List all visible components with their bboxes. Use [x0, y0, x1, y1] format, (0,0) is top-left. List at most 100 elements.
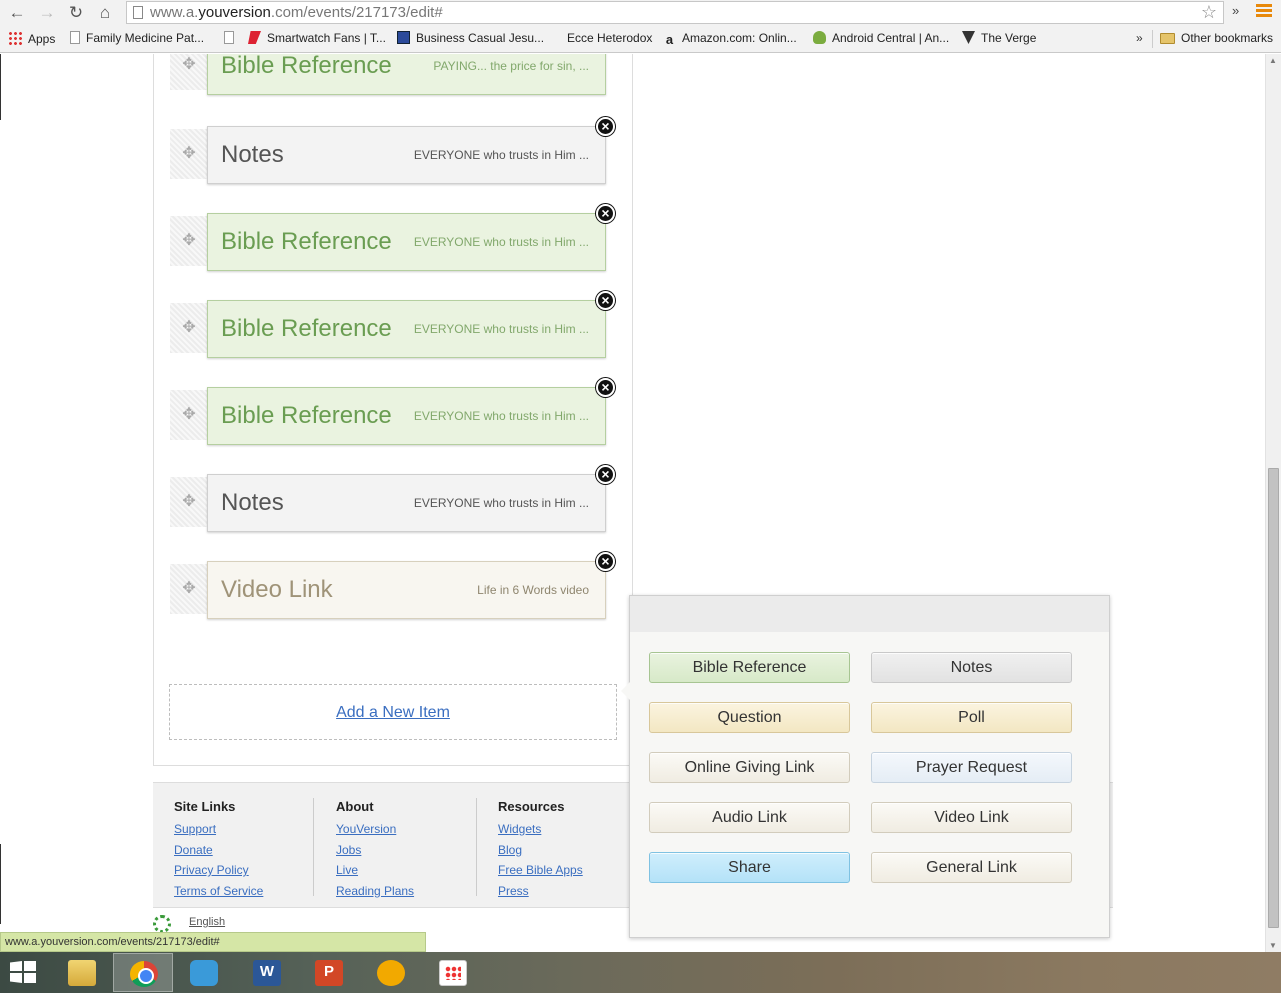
list-item[interactable]: ✥ Bible Reference PAYING... the price fo… [170, 54, 606, 95]
drag-handle-icon[interactable]: ✥ [170, 54, 208, 90]
scroll-up-arrow-icon[interactable]: ▲ [1269, 56, 1277, 65]
add-new-item-box[interactable]: Add a New Item [169, 684, 617, 740]
taskbar-audio-app[interactable] [361, 953, 421, 992]
bookmark-business-casual[interactable]: Business Casual Jesu... [397, 31, 544, 45]
add-notes-button[interactable]: Notes [871, 652, 1072, 683]
list-item[interactable]: ✥ Video Link Life in 6 Words video × [170, 552, 615, 619]
footer-link-terms-of-service[interactable]: Terms of Service [174, 881, 263, 902]
remove-item-icon[interactable]: × [596, 117, 615, 136]
remove-item-icon[interactable]: × [596, 378, 615, 397]
chrome-icon [130, 961, 158, 987]
home-icon[interactable]: ⌂ [94, 2, 116, 24]
forward-arrow-icon[interactable]: → [36, 2, 58, 24]
list-item[interactable]: ✥ Bible Reference EVERYONE who trusts in… [170, 291, 615, 358]
other-bookmarks[interactable]: Other bookmarks [1160, 31, 1273, 45]
taskbar-apps-launcher[interactable] [423, 953, 483, 992]
footer-link-support[interactable]: Support [174, 819, 263, 840]
item-title: Bible Reference [221, 228, 392, 255]
windows-start-icon[interactable] [10, 961, 38, 985]
remove-item-icon[interactable]: × [596, 465, 615, 484]
scrollbar-thumb[interactable] [1268, 468, 1279, 928]
bookmarks-overflow[interactable]: » [1136, 31, 1143, 45]
footer-link-free-bible-apps[interactable]: Free Bible Apps [498, 860, 583, 881]
item-card[interactable]: Notes EVERYONE who trusts in Him ... × [207, 465, 615, 532]
drag-handle-icon[interactable]: ✥ [170, 390, 208, 440]
drag-handle-icon[interactable]: ✥ [170, 303, 208, 353]
bookmark-family-medicine[interactable]: Family Medicine Pat... [70, 31, 204, 45]
item-card[interactable]: Bible Reference PAYING... the price for … [207, 54, 606, 95]
add-poll-button[interactable]: Poll [871, 702, 1072, 733]
reload-icon[interactable]: ↻ [65, 2, 87, 24]
footer-link-jobs[interactable]: Jobs [336, 840, 414, 861]
bookmark-amazon[interactable]: a Amazon.com: Onlin... [663, 31, 797, 47]
add-prayer-request-button[interactable]: Prayer Request [871, 752, 1072, 783]
taskbar-powerpoint[interactable]: P [299, 953, 359, 992]
taskbar-word[interactable]: W [237, 953, 297, 992]
bookmark-android-central[interactable]: Android Central | An... [813, 31, 949, 45]
drag-handle-icon[interactable]: ✥ [170, 129, 208, 179]
list-item[interactable]: ✥ Bible Reference EVERYONE who trusts in… [170, 378, 615, 445]
add-bible-reference-button[interactable]: Bible Reference [649, 652, 850, 683]
list-item[interactable]: ✥ Bible Reference EVERYONE who trusts in… [170, 204, 615, 271]
footer-link-blog[interactable]: Blog [498, 840, 583, 861]
chrome-menu-icon[interactable] [1256, 4, 1272, 20]
scroll-down-arrow-icon[interactable]: ▼ [1269, 941, 1277, 950]
apps-grid-icon [439, 960, 467, 986]
item-description: Life in 6 Words video [477, 583, 589, 597]
page-viewport: ✥ Bible Reference PAYING... the price fo… [0, 54, 1265, 952]
taskbar-media-player[interactable] [174, 953, 234, 992]
bookmark-ecce-heterodox[interactable]: Ecce Heterodox [567, 31, 652, 45]
item-description: EVERYONE who trusts in Him ... [413, 148, 589, 162]
footer-link-youversion[interactable]: YouVersion [336, 819, 414, 840]
drag-handle-icon[interactable]: ✥ [170, 564, 208, 614]
item-card[interactable]: Notes EVERYONE who trusts in Him ... × [207, 117, 615, 184]
item-description: PAYING... the price for sin, ... [433, 59, 589, 73]
add-item-popup: Bible Reference Notes Question Poll Onli… [621, 595, 1110, 938]
add-question-button[interactable]: Question [649, 702, 850, 733]
page-scrollbar[interactable]: ▲ ▼ [1265, 54, 1281, 952]
remove-item-icon[interactable]: × [596, 552, 615, 571]
list-item[interactable]: ✥ Notes EVERYONE who trusts in Him ... × [170, 117, 615, 184]
item-title: Bible Reference [221, 315, 392, 342]
back-arrow-icon[interactable]: ← [6, 2, 28, 24]
item-card[interactable]: Bible Reference EVERYONE who trusts in H… [207, 291, 615, 358]
address-bar[interactable]: www.a.youversion.com/events/217173/edit#… [126, 1, 1224, 24]
drag-handle-icon[interactable]: ✥ [170, 216, 208, 266]
item-card[interactable]: Bible Reference EVERYONE who trusts in H… [207, 204, 615, 271]
footer-link-press[interactable]: Press [498, 881, 583, 902]
footer-link-privacy-policy[interactable]: Privacy Policy [174, 860, 263, 881]
taskbar-file-explorer[interactable] [52, 953, 112, 992]
footer-link-reading-plans[interactable]: Reading Plans [336, 881, 414, 902]
bookmark-star-icon[interactable]: ☆ [1201, 2, 1217, 23]
headphones-icon [377, 960, 405, 986]
footer-link-donate[interactable]: Donate [174, 840, 263, 861]
item-card[interactable]: Video Link Life in 6 Words video × [207, 552, 615, 619]
windows-taskbar: W P [0, 952, 1281, 993]
add-video-link-button[interactable]: Video Link [871, 802, 1072, 833]
taskbar-chrome[interactable] [113, 953, 173, 992]
footer-heading: About [336, 799, 374, 814]
bookmark-smartwatch-fans[interactable]: Smartwatch Fans | T... [248, 31, 386, 45]
add-new-item-link[interactable]: Add a New Item [336, 704, 450, 722]
blog-icon [397, 31, 410, 44]
smartwatch-icon [248, 31, 261, 44]
bookmark-page-blank[interactable] [224, 31, 240, 45]
extensions-overflow[interactable]: » [1232, 3, 1239, 18]
drag-handle-icon[interactable]: ✥ [170, 477, 208, 527]
language-selector[interactable]: English [189, 916, 225, 928]
bookmark-the-verge[interactable]: The Verge [962, 31, 1036, 45]
bookmark-apps[interactable]: Apps [8, 31, 55, 46]
remove-item-icon[interactable]: × [596, 204, 615, 223]
item-card[interactable]: Bible Reference EVERYONE who trusts in H… [207, 378, 615, 445]
bookmarks-bar: Apps Family Medicine Pat... Smartwatch F… [0, 26, 1281, 53]
list-item[interactable]: ✥ Notes EVERYONE who trusts in Him ... × [170, 465, 615, 532]
footer-link-widgets[interactable]: Widgets [498, 819, 583, 840]
add-general-link-button[interactable]: General Link [871, 852, 1072, 883]
left-edge-mark [0, 844, 1, 924]
add-online-giving-link-button[interactable]: Online Giving Link [649, 752, 850, 783]
remove-item-icon[interactable]: × [596, 291, 615, 310]
add-share-button[interactable]: Share [649, 852, 850, 883]
language-globe-icon[interactable] [153, 915, 171, 933]
footer-link-live[interactable]: Live [336, 860, 414, 881]
add-audio-link-button[interactable]: Audio Link [649, 802, 850, 833]
